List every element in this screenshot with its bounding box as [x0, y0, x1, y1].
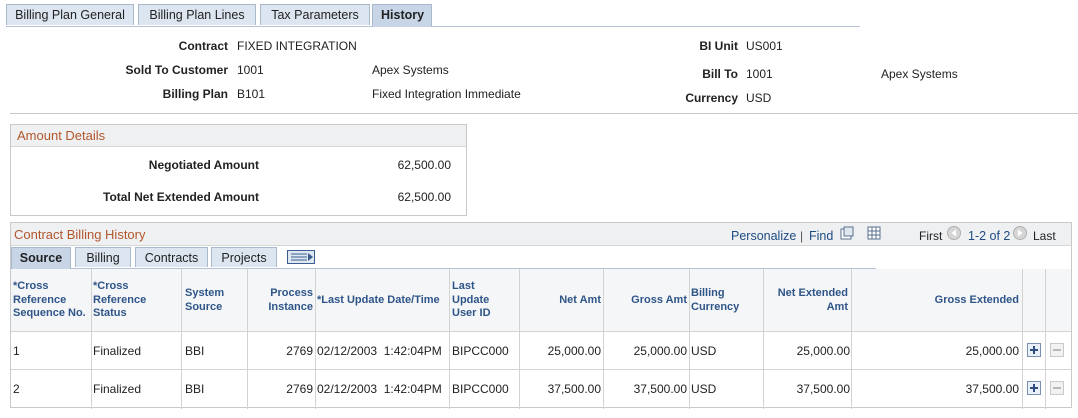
personalize-link[interactable]: Personalize: [731, 229, 796, 243]
col-xref-seq[interactable]: *Cross Reference Sequence No.: [13, 280, 93, 321]
bi-unit-value: US001: [746, 39, 783, 53]
currency-label: Currency: [685, 91, 738, 105]
row-divider: [11, 369, 1071, 370]
cell-updated: 02/12/2003 1:42:04PM: [317, 382, 442, 396]
total-net-extended-value: 62,500.00: [397, 190, 451, 204]
cell-currency: USD: [691, 382, 717, 396]
col-divider: [519, 269, 520, 409]
col-divider: [851, 269, 852, 409]
negotiated-amount-label: Negotiated Amount: [148, 158, 259, 172]
cell-process: 2769: [286, 344, 313, 358]
add-row-button[interactable]: [1027, 343, 1041, 357]
cell-net: 37,500.00: [547, 382, 601, 396]
negotiated-amount-value: 62,500.00: [397, 158, 451, 172]
grid-header-bar: [11, 223, 1071, 246]
sold-to-name: Apex Systems: [372, 63, 449, 77]
billing-plan-label: Billing Plan: [162, 87, 228, 101]
currency-value: USD: [746, 91, 772, 105]
prev-arrow-icon[interactable]: [947, 226, 961, 243]
next-arrow-icon[interactable]: [1013, 226, 1027, 243]
cell-gross-ext: 25,000.00: [965, 344, 1019, 358]
col-divider: [315, 269, 316, 409]
col-system-source[interactable]: System Source: [185, 287, 235, 314]
col-divider: [603, 269, 604, 409]
cell-net-ext: 37,500.00: [796, 382, 850, 396]
contract-label: Contract: [178, 39, 228, 53]
col-xref-status[interactable]: *Cross Reference Status: [93, 280, 171, 321]
cell-net-ext: 25,000.00: [796, 344, 850, 358]
delete-row-button[interactable]: [1050, 381, 1064, 395]
subtab-contracts[interactable]: Contracts: [135, 247, 208, 267]
subtab-source[interactable]: Source: [11, 247, 71, 269]
col-net-extended-amt[interactable]: Net Extended Amt: [768, 287, 848, 314]
bill-to-name: Apex Systems: [881, 67, 958, 81]
cell-currency: USD: [691, 344, 717, 358]
billing-plan-desc: Fixed Integration Immediate: [372, 87, 521, 101]
cell-seq: 2: [13, 382, 20, 396]
contract-value: FIXED INTEGRATION: [237, 39, 357, 53]
cell-updated: 02/12/2003 1:42:04PM: [317, 344, 442, 358]
tab-billing-plan-general[interactable]: Billing Plan General: [6, 4, 134, 25]
link-separator: |: [800, 229, 804, 243]
show-all-columns-icon[interactable]: [287, 250, 315, 267]
col-divider: [689, 269, 690, 409]
cell-source: BBI: [185, 382, 205, 396]
amount-details-box: Amount Details Negotiated Amount 62,500.…: [10, 124, 467, 216]
tab-history[interactable]: History: [372, 4, 432, 27]
col-net-amt[interactable]: Net Amt: [521, 294, 601, 308]
sold-to-value: 1001: [237, 63, 264, 77]
header-divider: [10, 113, 1078, 114]
cell-seq: 1: [13, 344, 20, 358]
subtab-billing[interactable]: Billing: [75, 247, 131, 267]
bi-unit-label: BI Unit: [699, 39, 738, 53]
first-label: First: [919, 229, 943, 243]
col-last-update[interactable]: *Last Update Date/Time: [317, 294, 447, 308]
col-divider: [449, 269, 450, 409]
col-divider: [1022, 269, 1023, 409]
last-label: Last: [1033, 229, 1056, 243]
cell-gross: 25,000.00: [633, 344, 687, 358]
view-all-icon[interactable]: [840, 226, 854, 243]
add-row-button[interactable]: [1027, 381, 1041, 395]
col-gross-amt[interactable]: Gross Amt: [607, 294, 687, 308]
col-billing-currency[interactable]: Billing Currency: [691, 287, 761, 314]
amount-details-title: Amount Details: [11, 125, 466, 147]
col-divider: [91, 269, 92, 409]
row-range: 1-2 of 2: [968, 229, 1011, 243]
cell-process: 2769: [286, 382, 313, 396]
delete-row-button[interactable]: [1050, 343, 1064, 357]
download-grid-icon[interactable]: [867, 226, 881, 243]
billing-history-grid: Contract Billing History Personalize | F…: [10, 222, 1072, 409]
col-divider: [763, 269, 764, 409]
cell-user: BIPCC000: [452, 344, 509, 358]
sold-to-label: Sold To Customer: [125, 63, 228, 77]
cell-net: 25,000.00: [547, 344, 601, 358]
find-link[interactable]: Find: [809, 229, 833, 243]
cell-status: Finalized: [93, 382, 142, 396]
cell-status: Finalized: [93, 344, 142, 358]
col-process-instance[interactable]: Process Instance: [251, 287, 313, 314]
page-tab-bar: Billing Plan General Billing Plan Lines …: [6, 4, 860, 27]
grid-tab-bar: Source Billing Contracts Projects: [11, 247, 876, 269]
col-divider: [1045, 269, 1046, 409]
cell-source: BBI: [185, 344, 205, 358]
col-last-update-user[interactable]: Last Update User ID: [452, 280, 508, 321]
col-divider: [247, 269, 248, 409]
cell-gross: 37,500.00: [633, 382, 687, 396]
tab-tax-parameters[interactable]: Tax Parameters: [260, 4, 370, 25]
bill-to-value: 1001: [746, 67, 773, 81]
cell-gross-ext: 37,500.00: [965, 382, 1019, 396]
tab-billing-plan-lines[interactable]: Billing Plan Lines: [138, 4, 256, 25]
billing-plan-value: B101: [237, 87, 266, 101]
subtab-projects[interactable]: Projects: [211, 247, 277, 267]
bill-to-label: Bill To: [702, 67, 738, 81]
billing-history-title: Contract Billing History: [14, 227, 146, 242]
total-net-extended-label: Total Net Extended Amount: [103, 190, 259, 204]
cell-user: BIPCC000: [452, 382, 509, 396]
col-divider: [181, 269, 182, 409]
col-gross-extended[interactable]: Gross Extended: [871, 294, 1019, 308]
